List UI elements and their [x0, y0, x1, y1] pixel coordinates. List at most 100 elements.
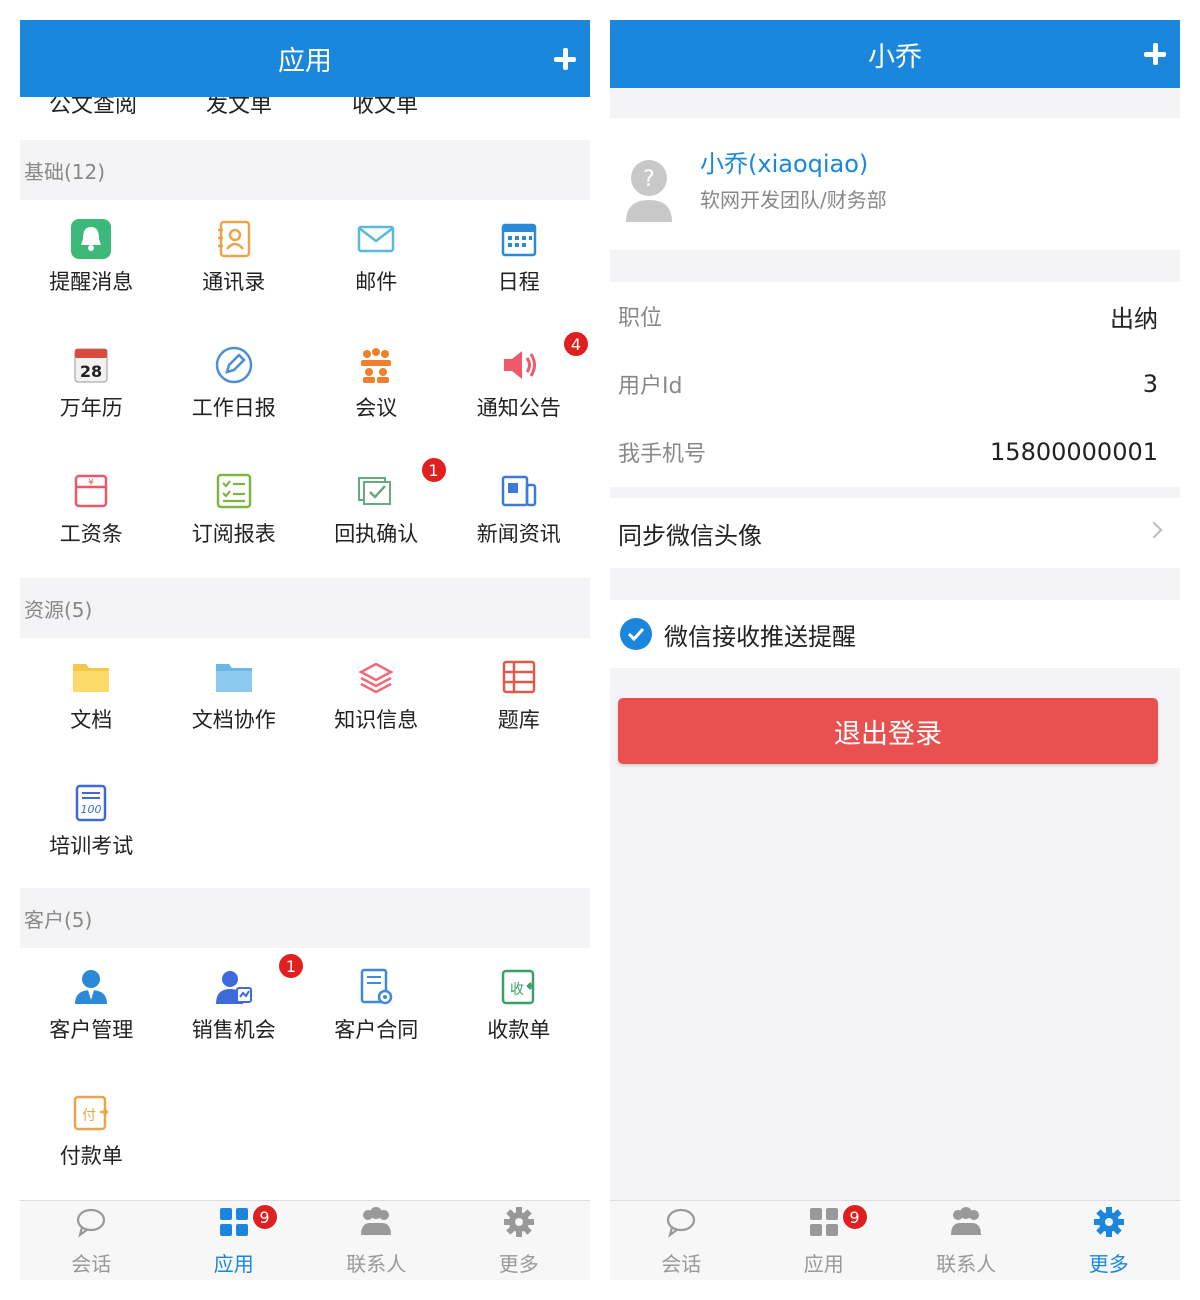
wechat-push-label: 微信接收推送提醒	[664, 622, 856, 651]
app-item-label: 工作日报	[191, 396, 276, 420]
app-item[interactable]: 邮件	[305, 200, 448, 326]
add-icon[interactable]	[1142, 41, 1168, 67]
app-item[interactable]: 日程	[448, 200, 591, 326]
bottom-tab-bar: 会话 应用 9 联系人 更多	[20, 1200, 590, 1280]
app-item-label: 通讯录	[202, 270, 266, 294]
customer-icon	[70, 966, 112, 1008]
app-item[interactable]: 客户管理	[20, 948, 163, 1074]
sync-label: 同步微信头像	[618, 521, 762, 550]
info-key: 职位	[618, 306, 663, 331]
page-title: 应用	[278, 46, 332, 77]
checklist-icon	[213, 470, 255, 512]
app-item-label: 收款单	[487, 1018, 551, 1042]
layers-icon	[355, 656, 397, 698]
app-item[interactable]: 提醒消息	[20, 200, 163, 326]
tab-contacts[interactable]: 联系人	[305, 1201, 448, 1280]
info-value: 3	[1142, 370, 1158, 398]
svg-text:100: 100	[81, 803, 102, 816]
info-value: 15800000001	[990, 438, 1158, 466]
tab-label: 会话	[661, 1251, 702, 1276]
app-item[interactable]: 订阅报表	[163, 452, 306, 578]
svg-text:28: 28	[80, 362, 102, 381]
app-item-label: 客户管理	[49, 1018, 134, 1042]
info-row-phone: 我手机号 15800000001	[610, 418, 1180, 486]
section-header-resources: 资源(5)	[20, 578, 590, 638]
app-item[interactable]: 销售机会 1	[163, 948, 305, 1074]
app-item[interactable]: 新闻资讯	[448, 452, 591, 578]
app-item-label: 付款单	[59, 1144, 123, 1168]
app-item[interactable]: 工作日报	[163, 326, 306, 452]
profile-card[interactable]: ? 小乔(xiaoqiao) 软网开发团队/财务部	[610, 118, 1180, 250]
tab-contacts[interactable]: 联系人	[895, 1201, 1038, 1280]
chat-icon	[74, 1205, 108, 1248]
profile-screen: 小乔 ? 小乔(xiaoqiao) 软网开发团队/财务部 职位 出纳 用户Id …	[610, 20, 1180, 1280]
app-item-label: 工资条	[59, 522, 123, 546]
app-item[interactable]: 付付款单	[20, 1074, 163, 1200]
app-item-label: 万年历	[59, 396, 123, 420]
avatar: ?	[626, 160, 672, 222]
tab-label: 更多	[498, 1251, 539, 1276]
svg-text:?: ?	[643, 167, 655, 192]
app-item-label: 通知公告	[476, 396, 561, 420]
question-bank-icon	[498, 656, 540, 698]
app-item[interactable]: 知识信息	[305, 638, 448, 764]
folder-yellow-icon	[70, 656, 112, 698]
tab-chat[interactable]: 会话	[20, 1201, 163, 1280]
app-item[interactable]: 客户合同	[305, 948, 448, 1074]
tab-gear[interactable]: 更多	[1038, 1201, 1181, 1280]
info-key: 我手机号	[618, 442, 707, 467]
app-item-label: 题库	[497, 708, 540, 732]
tab-apps[interactable]: 应用 9	[753, 1201, 896, 1280]
tab-gear[interactable]: 更多	[448, 1201, 591, 1280]
app-item-label: 培训考试	[49, 834, 134, 858]
info-key: 用户Id	[618, 374, 683, 399]
apps-icon	[217, 1205, 251, 1248]
tab-chat[interactable]: 会话	[610, 1201, 753, 1280]
logout-button[interactable]: 退出登录	[618, 698, 1158, 764]
calendar-icon: 28	[70, 344, 112, 386]
wechat-push-toggle[interactable]: 微信接收推送提醒	[610, 600, 1180, 668]
folder-blue-icon	[213, 656, 255, 698]
app-item[interactable]: 通讯录	[163, 200, 306, 326]
app-item[interactable]: 收收款单	[448, 948, 591, 1074]
user-department: 软网开发团队/财务部	[700, 188, 887, 212]
app-item[interactable]: 通知公告 4	[448, 326, 590, 452]
app-item-label: 邮件	[355, 270, 398, 294]
notification-badge: 1	[277, 952, 305, 980]
sync-wechat-avatar-row[interactable]: 同步微信头像	[610, 498, 1180, 568]
app-item[interactable]: 题库	[448, 638, 591, 764]
check-circle-icon[interactable]	[620, 618, 652, 650]
app-item[interactable]: 100 培训考试	[20, 764, 163, 890]
exam-icon: 100	[70, 782, 112, 824]
gear-icon	[1092, 1205, 1126, 1248]
app-item[interactable]: 会议	[305, 326, 448, 452]
address-book-icon	[213, 218, 255, 260]
bottom-tab-bar: 会话 应用 9 联系人 更多	[610, 1200, 1180, 1280]
add-icon[interactable]	[552, 46, 578, 72]
app-item[interactable]: 文档	[20, 638, 163, 764]
app-header: 应用	[20, 20, 590, 97]
app-item[interactable]: 回执确认 1	[305, 452, 448, 578]
app-item[interactable]: 28 万年历	[20, 326, 163, 452]
section-header-customers: 客户(5)	[20, 888, 590, 948]
notification-badge: 9	[250, 1203, 279, 1231]
contacts-icon	[359, 1205, 393, 1248]
gear-icon	[502, 1205, 536, 1248]
pencil-circle-icon	[213, 344, 255, 386]
app-item-label: 提醒消息	[49, 270, 134, 294]
app-item[interactable]: 文档协作	[163, 638, 306, 764]
chat-icon	[664, 1205, 698, 1248]
tab-label: 联系人	[346, 1251, 407, 1276]
app-item[interactable]: ¥ 工资条	[20, 452, 163, 578]
speaker-icon	[498, 344, 540, 386]
chevron-right-icon	[1145, 521, 1163, 539]
tab-apps[interactable]: 应用 9	[163, 1201, 306, 1280]
app-item-label: 回执确认	[334, 522, 419, 546]
info-row-user-id: 用户Id 3	[610, 350, 1180, 418]
app-grid-basic: 提醒消息 通讯录 邮件 日程 28 万年历 工作日报 会议 通知公告 4 ¥ 工资条 订阅报表 回执确认 1…	[20, 200, 590, 578]
app-item-label: 新闻资讯	[476, 522, 561, 546]
page-title: 小乔	[868, 41, 922, 73]
apps-screen: 应用 公文查阅 发文单 收文单 基础(12) 提醒消息 通讯录 邮件 日程 28 万年历工…	[20, 20, 590, 1280]
tab-label: 会话	[71, 1251, 112, 1276]
section-header-basic: 基础(12)	[20, 140, 590, 200]
